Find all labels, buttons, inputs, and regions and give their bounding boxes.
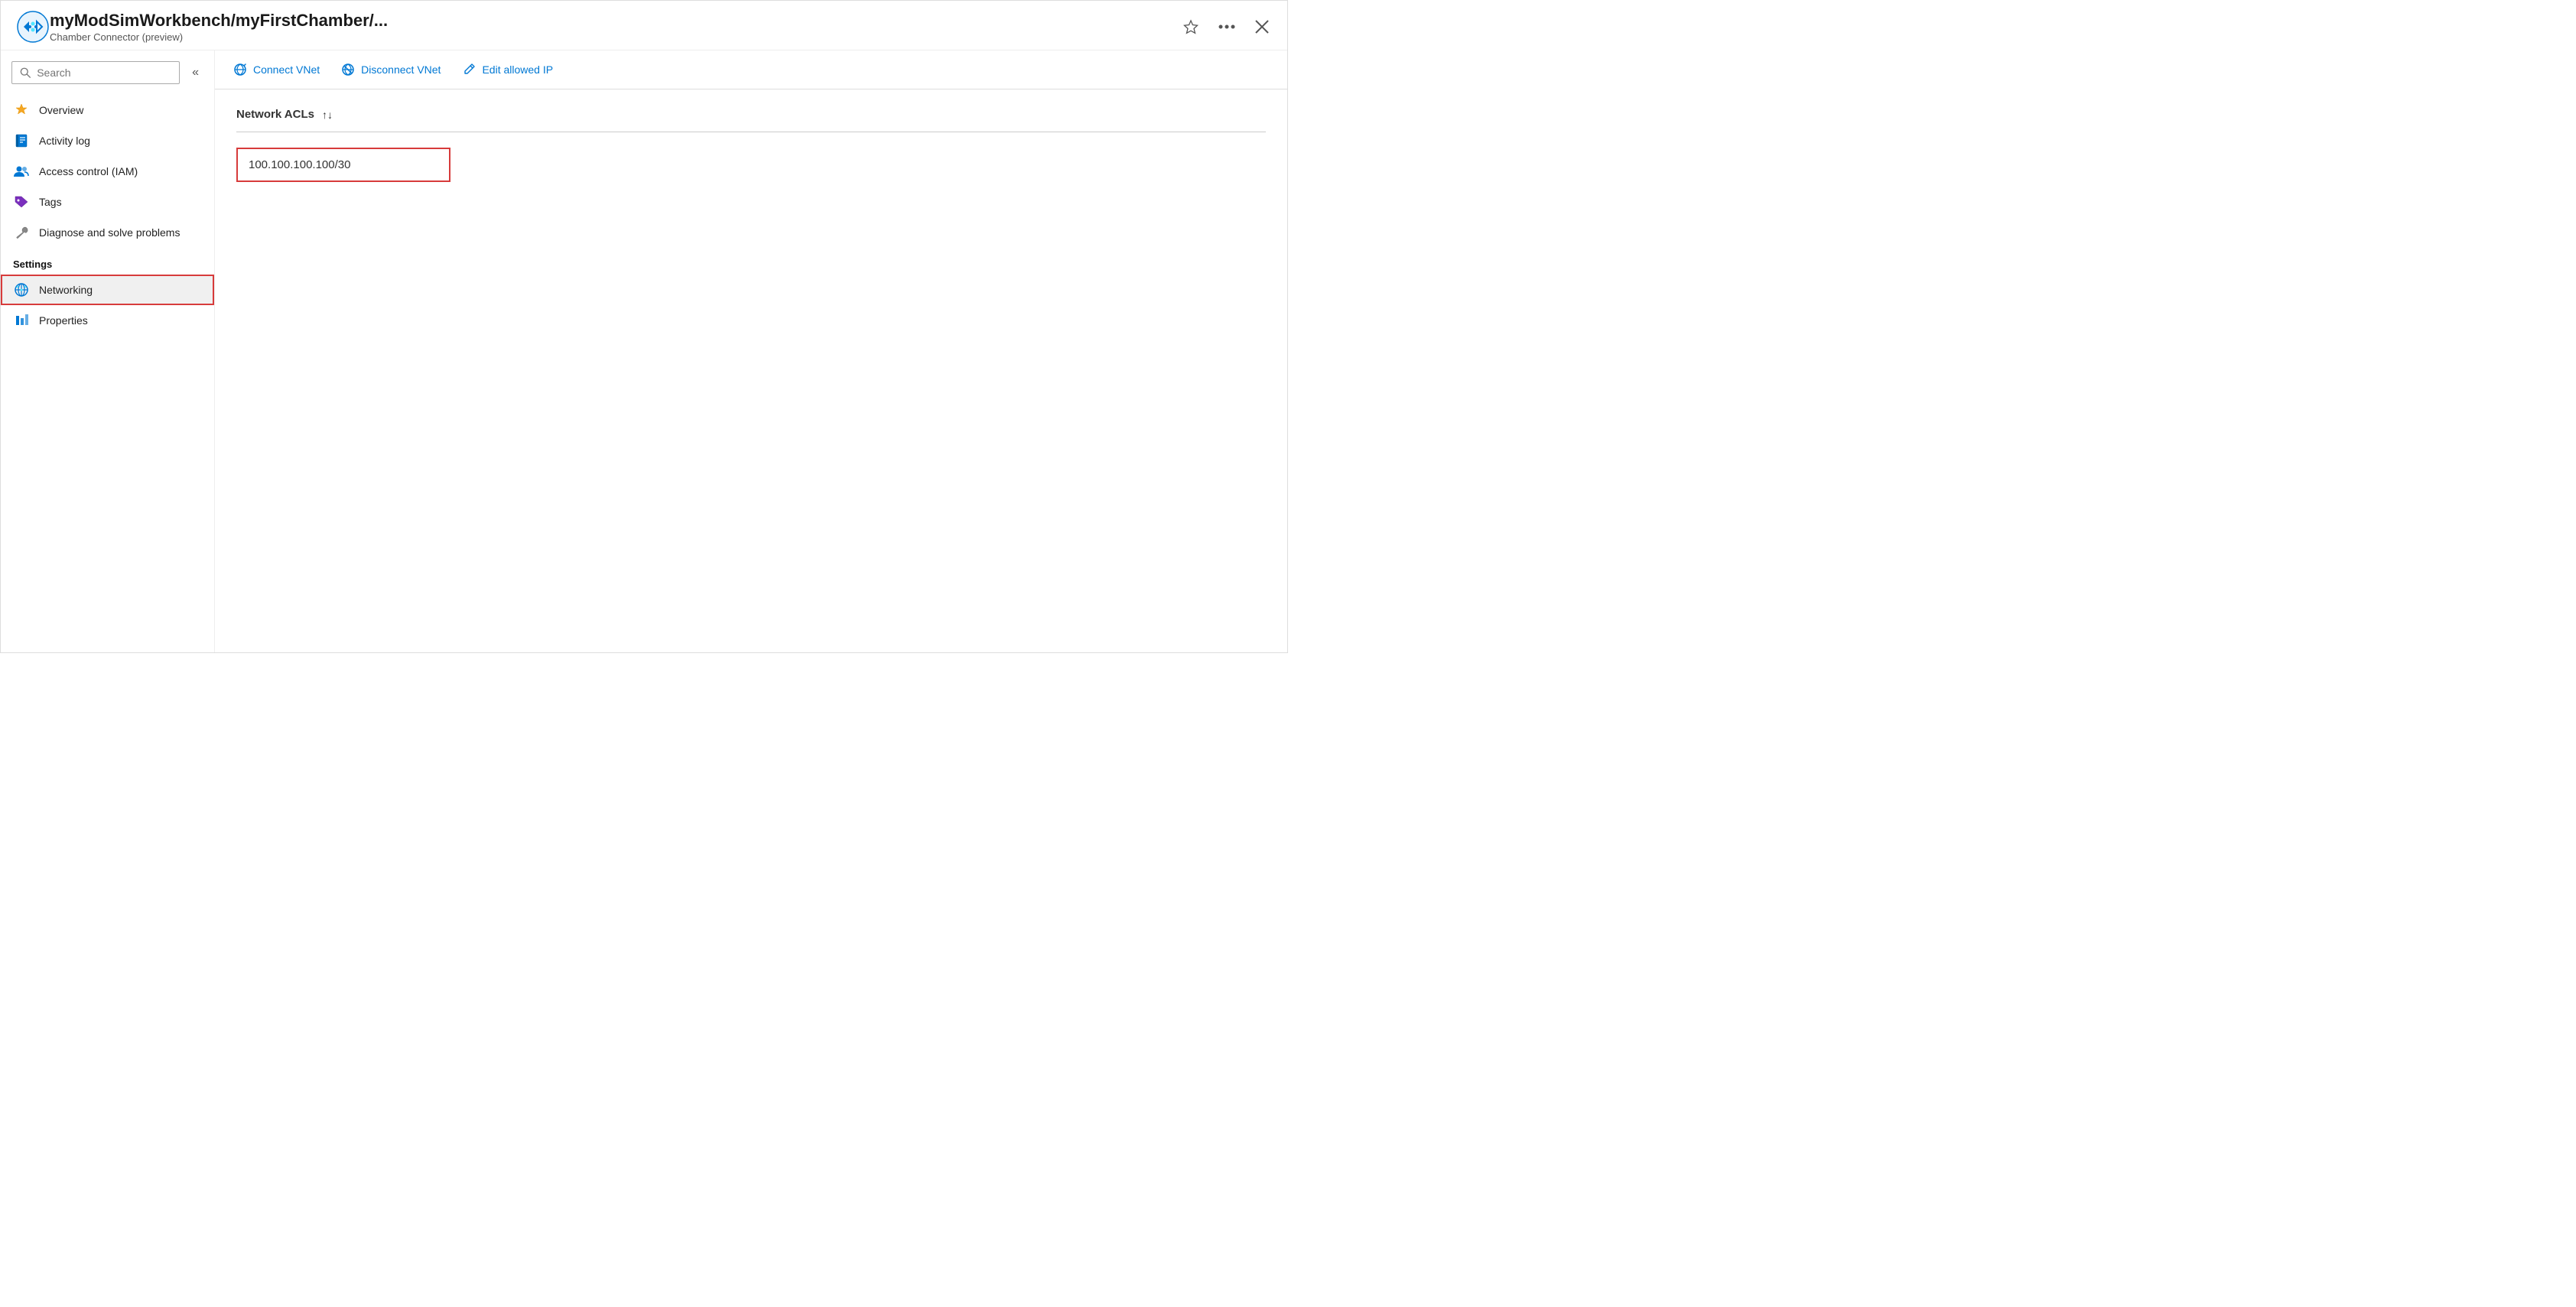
header-actions [1180,16,1272,37]
app-logo [16,10,50,44]
favorite-button[interactable] [1180,16,1202,37]
more-options-button[interactable] [1215,21,1238,32]
settings-section-label: Settings [1,248,214,275]
ellipsis-icon [1218,24,1235,29]
sort-icons: ↑↓ [322,109,333,121]
wrench-icon [13,224,30,241]
sidebar-diagnose-label: Diagnose and solve problems [39,226,180,239]
collapse-button[interactable]: « [187,63,203,83]
sidebar-item-tags[interactable]: Tags [1,187,214,217]
edit-icon [462,63,476,76]
bars-icon [13,312,30,329]
disconnect-vnet-icon [341,63,355,76]
search-icon [20,67,31,79]
close-icon [1255,20,1269,34]
sidebar-item-diagnose[interactable]: Diagnose and solve problems [1,217,214,248]
content-area: Network ACLs ↑↓ 100.100.100.100/30 [215,89,1287,652]
network-icon [13,281,30,298]
sidebar-networking-label: Networking [39,284,93,296]
book-icon [13,132,30,149]
people-icon [13,163,30,180]
header: myModSimWorkbench/myFirstChamber/... Cha… [1,1,1287,50]
connect-vnet-label: Connect VNet [253,63,320,76]
toolbar: Connect VNet Disconnect VNet Edit [215,50,1287,89]
sidebar-item-access-control[interactable]: Access control (IAM) [1,156,214,187]
search-box[interactable] [11,61,180,84]
pushpin-icon [13,102,30,119]
network-acl-header: Network ACLs ↑↓ [236,108,1266,121]
sidebar: « Overview [1,50,215,652]
sidebar-item-overview[interactable]: Overview [1,95,214,125]
app-container: myModSimWorkbench/myFirstChamber/... Cha… [0,0,1288,653]
header-title-group: myModSimWorkbench/myFirstChamber/... Cha… [50,11,1180,42]
network-acl-title: Network ACLs [236,108,314,121]
sidebar-properties-label: Properties [39,314,88,327]
star-icon [1183,19,1199,34]
connect-vnet-button[interactable]: Connect VNet [233,60,320,80]
edit-allowed-ip-label: Edit allowed IP [482,63,553,76]
acl-ip-value: 100.100.100.100/30 [249,158,350,171]
page-title: myModSimWorkbench/myFirstChamber/... [50,11,1180,31]
close-button[interactable] [1252,17,1272,37]
search-area: « [1,61,214,95]
sidebar-activity-log-label: Activity log [39,135,90,147]
sidebar-item-properties[interactable]: Properties [1,305,214,336]
acl-value-cell: 100.100.100.100/30 [236,148,450,182]
sidebar-item-networking[interactable]: Networking [1,275,214,305]
search-input[interactable] [37,67,171,79]
connect-vnet-icon [233,63,247,76]
body-layout: « Overview [1,50,1287,652]
page-subtitle: Chamber Connector (preview) [50,31,1180,43]
disconnect-vnet-label: Disconnect VNet [361,63,441,76]
sidebar-tags-label: Tags [39,196,62,208]
edit-allowed-ip-button[interactable]: Edit allowed IP [462,60,553,80]
sidebar-item-activity-log[interactable]: Activity log [1,125,214,156]
tag-icon [13,193,30,210]
main-content: Connect VNet Disconnect VNet Edit [215,50,1287,652]
sidebar-overview-label: Overview [39,104,83,116]
disconnect-vnet-button[interactable]: Disconnect VNet [341,60,441,80]
sidebar-access-control-label: Access control (IAM) [39,165,138,177]
